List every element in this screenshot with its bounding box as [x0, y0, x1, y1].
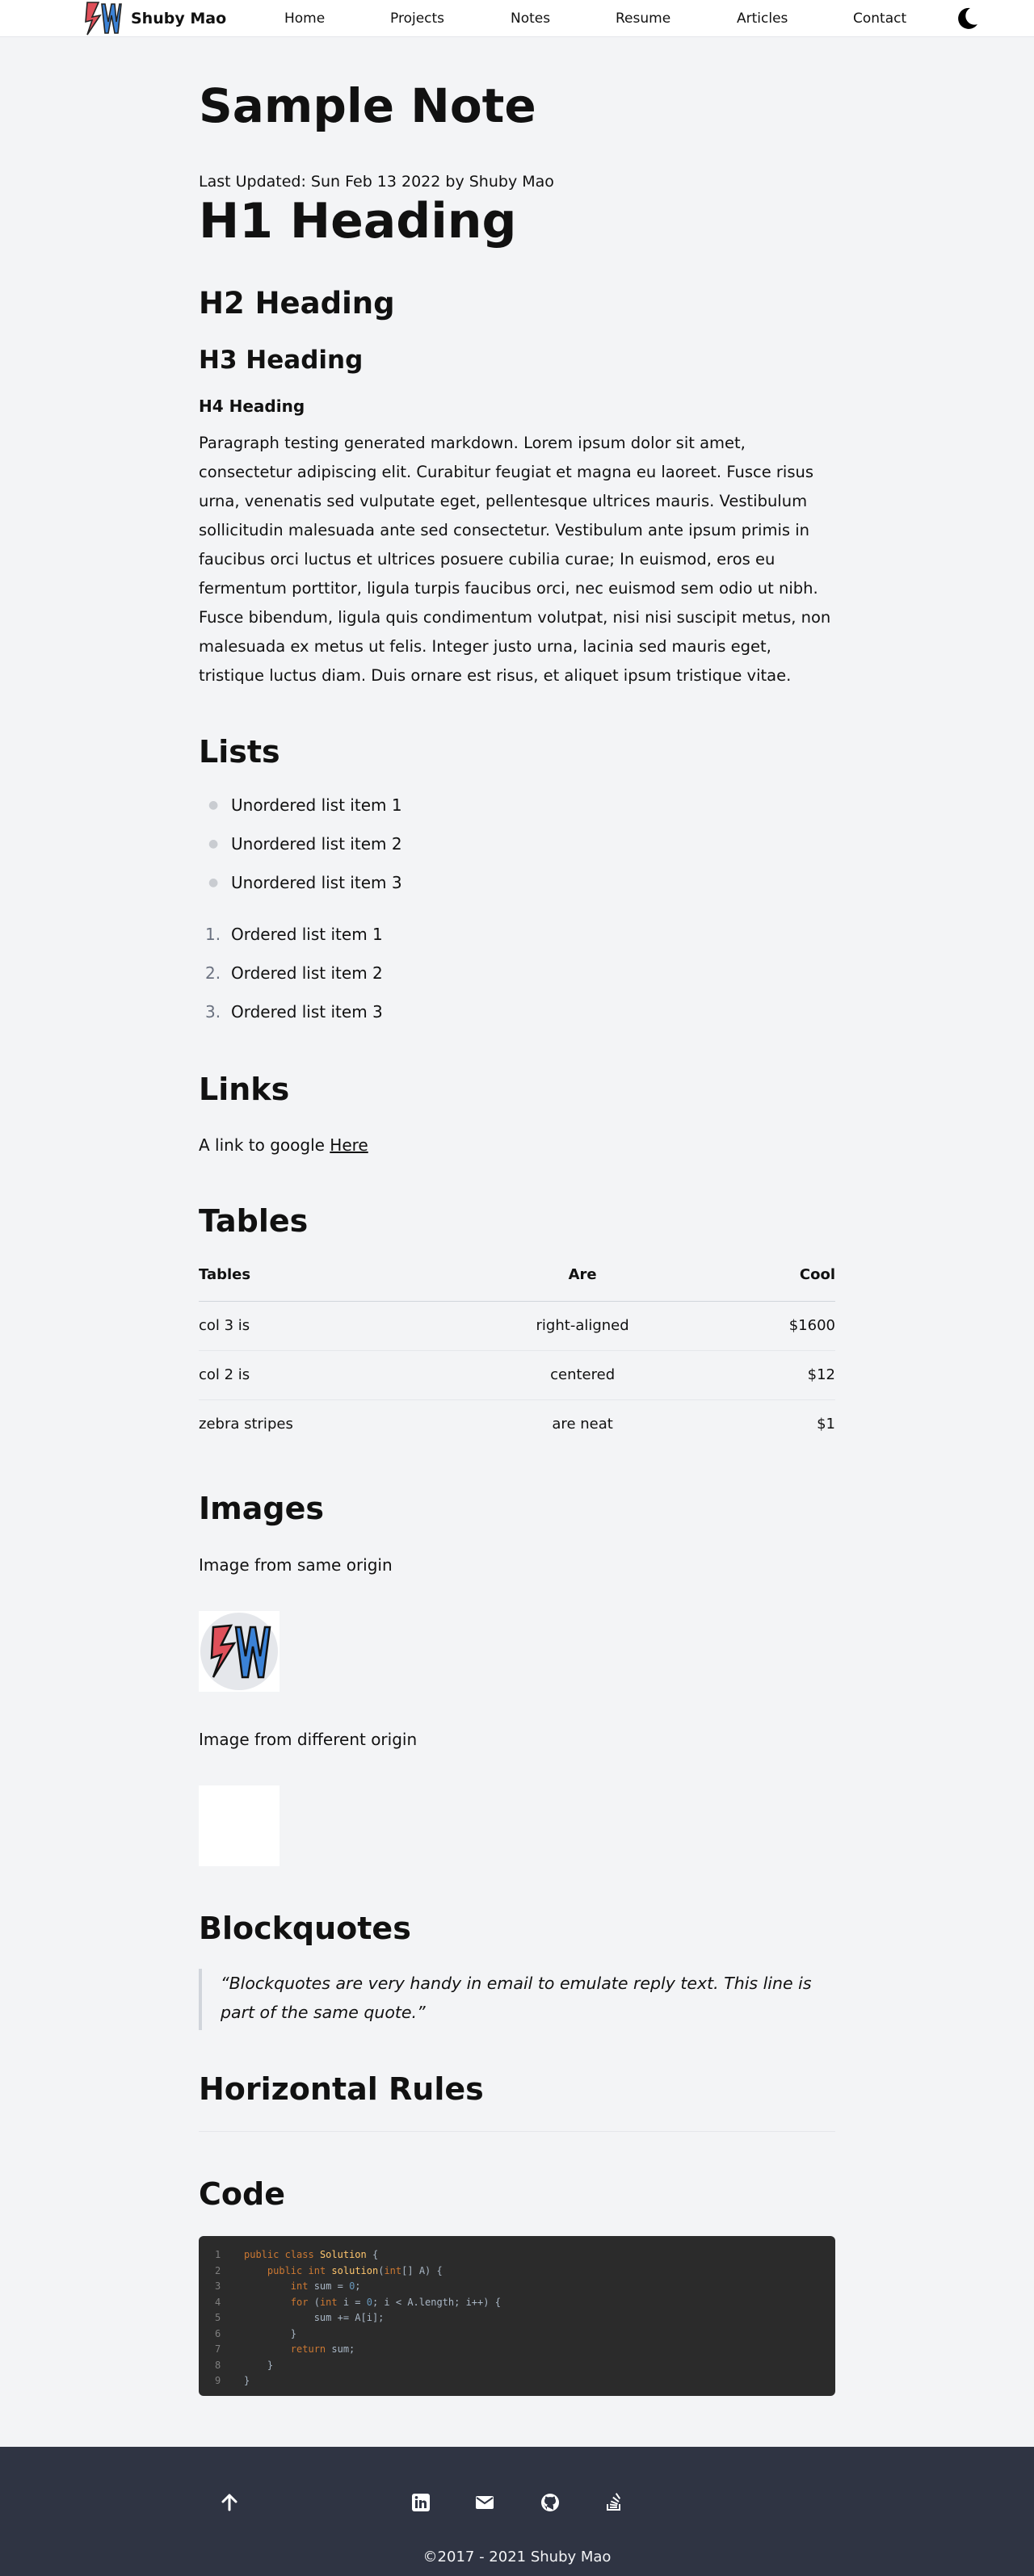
table-header-row: Tables Are Cool — [199, 1249, 835, 1302]
list-bullet: ● — [208, 799, 219, 812]
unordered-list: ● Unordered list item 1 ● Unordered list… — [199, 795, 835, 925]
footer: ©2017 - 2021 Shuby Mao — [0, 2447, 1034, 2576]
list-item: Ordered list item 1 — [231, 925, 383, 944]
nav-notes[interactable]: Notes — [511, 10, 550, 27]
code-line: 7 return sum; — [215, 2343, 355, 2355]
code-line: 2 public int solution(int[] A) { — [215, 2264, 443, 2276]
email-icon[interactable] — [474, 2492, 495, 2513]
logo-icon — [85, 2, 122, 36]
github-icon[interactable] — [540, 2492, 561, 2513]
h1-heading: H1 Heading — [199, 193, 517, 250]
table-row: zebra stripes are neat $1 — [199, 1399, 835, 1449]
link-paragraph: A link to google Here — [199, 1135, 835, 1155]
h2-heading: H2 Heading — [199, 286, 395, 321]
table-cell: zebra stripes — [199, 1416, 293, 1433]
code-line: 1 public class Solution { — [215, 2249, 379, 2260]
table-cell: col 2 is — [199, 1350, 456, 1400]
list-item: Ordered list item 2 — [231, 963, 383, 983]
table-cell: are neat — [552, 1416, 613, 1433]
copyright: ©2017 - 2021 Shuby Mao — [422, 2549, 612, 2566]
nav-projects[interactable]: Projects — [390, 10, 444, 27]
link-text: A link to google — [199, 1135, 325, 1155]
tables-heading: Tables — [199, 1203, 309, 1239]
list-number: 2. — [205, 963, 221, 983]
brand-name: Shuby Mao — [131, 10, 227, 27]
paragraph: Paragraph testing generated markdown. Lo… — [199, 434, 831, 685]
code-block[interactable]: 1 public class Solution { 2 public int so… — [199, 2236, 835, 2396]
table-cell: centered — [456, 1350, 709, 1400]
google-link[interactable]: Here — [330, 1135, 368, 1155]
code-line: 4 for (int i = 0; i < A.length; i++) { — [215, 2296, 501, 2308]
blockquote: “Blockquotes are very handy in email to … — [199, 1969, 835, 2030]
list-number: 1. — [205, 925, 221, 944]
table-cell: $1 — [817, 1416, 835, 1433]
code-line: 8 } — [215, 2359, 274, 2371]
same-origin-image — [199, 1611, 835, 1695]
list-item: Unordered list item 1 — [231, 795, 402, 815]
list-bullet: ● — [208, 837, 219, 850]
table-cell: col 3 is — [199, 1301, 456, 1351]
table-header: Cool — [708, 1249, 835, 1302]
table-header: Tables — [199, 1249, 456, 1302]
logo-image — [199, 1611, 280, 1692]
list-bullet: ● — [208, 876, 219, 889]
table-header: Are — [456, 1249, 709, 1302]
nav-articles[interactable]: Articles — [737, 10, 788, 27]
horizontal-rules-heading: Horizontal Rules — [199, 2071, 484, 2107]
image-different-origin-label: Image from different origin — [199, 1730, 418, 1749]
table-row: col 3 is right-aligned $1600 — [199, 1301, 835, 1351]
list-item: Unordered list item 2 — [231, 834, 402, 854]
code-line: 3 int sum = 0; — [215, 2280, 361, 2292]
linkedin-icon[interactable] — [410, 2492, 431, 2513]
list-item: Ordered list item 3 — [231, 1002, 383, 1022]
blockquotes-heading: Blockquotes — [199, 1911, 411, 1946]
code-heading: Code — [199, 2176, 285, 2212]
top-navbar: Shuby Mao Home Projects Notes Resume Art… — [0, 0, 1034, 37]
list-item: Unordered list item 3 — [231, 873, 402, 892]
last-updated: Last Updated: Sun Feb 13 2022 by Shuby M… — [199, 173, 554, 191]
data-table: Tables Are Cool col 3 is right-aligned $… — [199, 1249, 835, 1449]
brand-link[interactable]: Shuby Mao — [84, 0, 226, 37]
table-cell: $12 — [708, 1350, 835, 1400]
h4-heading: H4 Heading — [199, 396, 305, 416]
nav-contact[interactable]: Contact — [853, 10, 906, 27]
different-origin-image — [199, 1785, 835, 1866]
table-cell: right-aligned — [456, 1301, 709, 1351]
nav-resume[interactable]: Resume — [616, 10, 670, 27]
table-cell: $1600 — [708, 1301, 835, 1351]
h3-heading: H3 Heading — [199, 346, 364, 375]
moon-icon[interactable] — [953, 5, 981, 32]
blank-image — [199, 1785, 280, 1866]
code-line: 9} — [215, 2375, 250, 2386]
nav-home[interactable]: Home — [284, 10, 325, 27]
images-heading: Images — [199, 1491, 324, 1526]
code-line: 5 sum += A[i]; — [215, 2312, 385, 2323]
stackoverflow-icon[interactable] — [603, 2492, 624, 2513]
list-number: 3. — [205, 1002, 221, 1022]
table-row: col 2 is centered $12 — [199, 1350, 835, 1400]
horizontal-rule — [199, 2131, 835, 2132]
lists-heading: Lists — [199, 734, 280, 770]
links-heading: Links — [199, 1072, 290, 1107]
page-title: Sample Note — [199, 78, 536, 133]
code-line: 6 } — [215, 2327, 297, 2339]
arrow-up-icon[interactable] — [219, 2492, 240, 2513]
image-same-origin-label: Image from same origin — [199, 1555, 393, 1575]
ordered-list: 1. Ordered list item 1 2. Ordered list i… — [199, 925, 835, 1046]
